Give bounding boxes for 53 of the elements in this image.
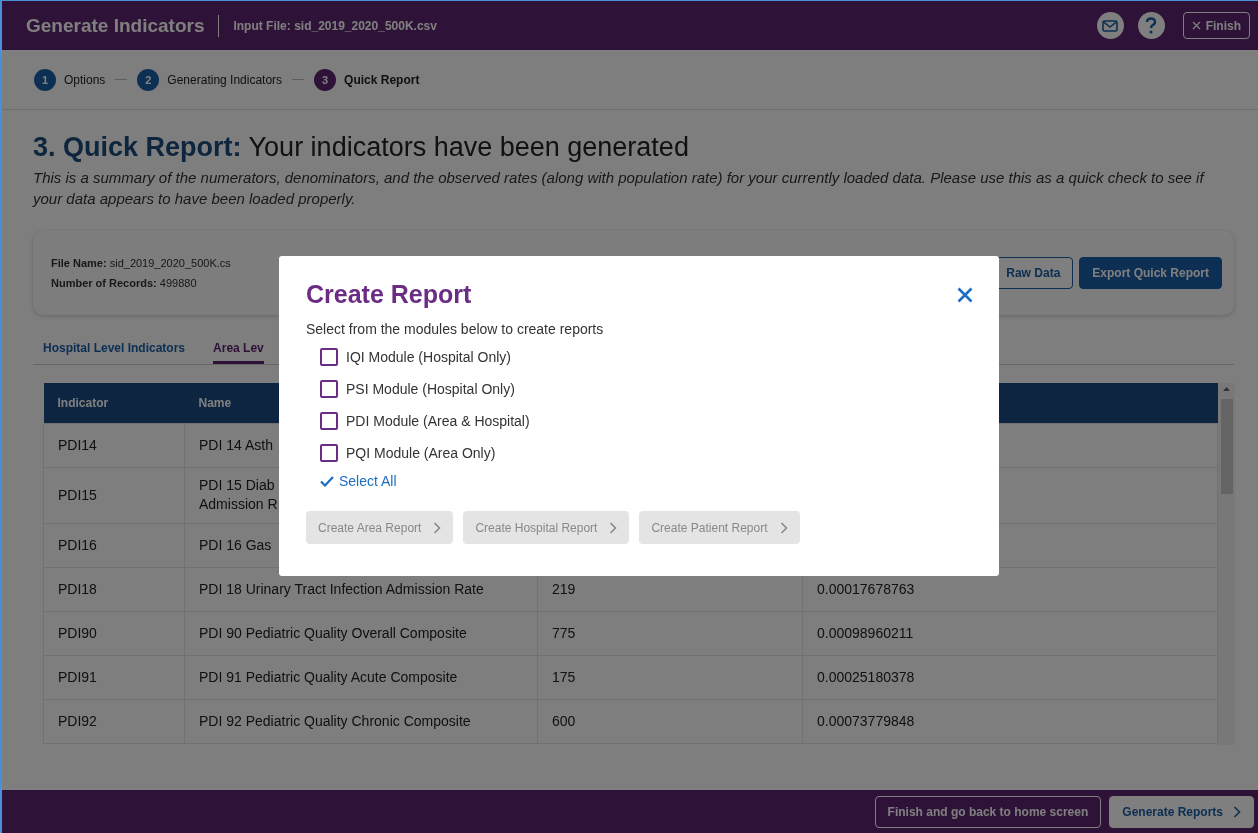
checkbox[interactable] xyxy=(320,412,338,430)
table-cell: 0.00098960211 xyxy=(802,611,1218,655)
export-button[interactable]: Export Quick Report xyxy=(1079,257,1222,289)
table-cell: PDI16 xyxy=(43,523,185,567)
generate-reports-button[interactable]: Generate Reports xyxy=(1109,795,1254,828)
tab[interactable]: Area Lev xyxy=(213,341,264,364)
step-label: Generating Indicators xyxy=(167,72,283,87)
table-cell: PDI 90 Pediatric Quality Overall Composite xyxy=(184,611,538,655)
column-header: Indicator xyxy=(43,383,185,423)
table-cell: 0.00073779848 xyxy=(802,699,1218,743)
chevron-right-icon xyxy=(779,521,788,534)
finish-button[interactable]: Finish xyxy=(1182,12,1250,39)
step-label: Quick Report xyxy=(344,72,420,87)
table-cell: PDI91 xyxy=(43,655,185,699)
table-cell: 0.00025180378 xyxy=(802,655,1218,699)
module-label: IQI Module (Hospital Only) xyxy=(346,349,511,365)
app-title: Generate Indicators xyxy=(26,14,205,37)
step-number: 2 xyxy=(137,68,160,91)
page-title: 3. Quick Report: Your indicators have been generated xyxy=(33,132,690,163)
chevron-right-icon xyxy=(609,521,618,534)
step-number: 1 xyxy=(34,68,56,91)
table-cell: PDI 91 Pediatric Quality Acute Composite xyxy=(184,655,538,699)
help-icon[interactable] xyxy=(1137,12,1165,39)
table-cell: 175 xyxy=(537,655,803,699)
scroll-up-arrow-icon[interactable] xyxy=(1223,387,1230,391)
table-cell: PDI90 xyxy=(43,611,185,655)
table-cell: PDI15 xyxy=(43,467,185,523)
page-description: This is a summary of the numerators, denominators, and the observed rates (along with population rate) for your currently loaded data. Please use this as a quick check to see if your data appears to have been loaded properly. xyxy=(33,168,1206,209)
step-number: 3 xyxy=(314,68,337,91)
checkbox[interactable] xyxy=(320,444,338,462)
checkmark-icon xyxy=(320,475,334,487)
scrollbar[interactable] xyxy=(1218,383,1235,745)
finish-home-button[interactable]: Finish and go back to home screen xyxy=(874,795,1102,828)
module-label: PSI Module (Hospital Only) xyxy=(346,381,515,397)
table-cell: PDI 92 Pediatric Quality Chronic Composite xyxy=(184,699,538,743)
mail-icon[interactable] xyxy=(1096,12,1124,39)
table-cell: PDI92 xyxy=(43,699,185,743)
close-icon[interactable] xyxy=(957,286,973,303)
dialog-subtitle: Select from the modules below to create reports xyxy=(306,321,605,337)
summary-field: File Name: sid_2019_2020_500K.cs xyxy=(51,257,988,269)
input-file-label: Input File: sid_2019_2020_500K.csv xyxy=(233,18,438,33)
table-cell: 775 xyxy=(537,611,803,655)
step-label: Options xyxy=(64,72,106,87)
table-cell: PDI18 xyxy=(43,567,185,611)
tab[interactable]: Hospital Level Indicators xyxy=(43,341,186,364)
close-icon xyxy=(1191,21,1201,30)
module-label: PQI Module (Area Only) xyxy=(346,445,496,461)
table-cell: 600 xyxy=(537,699,803,743)
chevron-right-icon xyxy=(1233,805,1241,818)
checkbox[interactable] xyxy=(320,348,338,366)
table-cell: PDI14 xyxy=(43,423,185,467)
checkbox[interactable] xyxy=(320,380,338,398)
chevron-right-icon xyxy=(433,521,442,534)
